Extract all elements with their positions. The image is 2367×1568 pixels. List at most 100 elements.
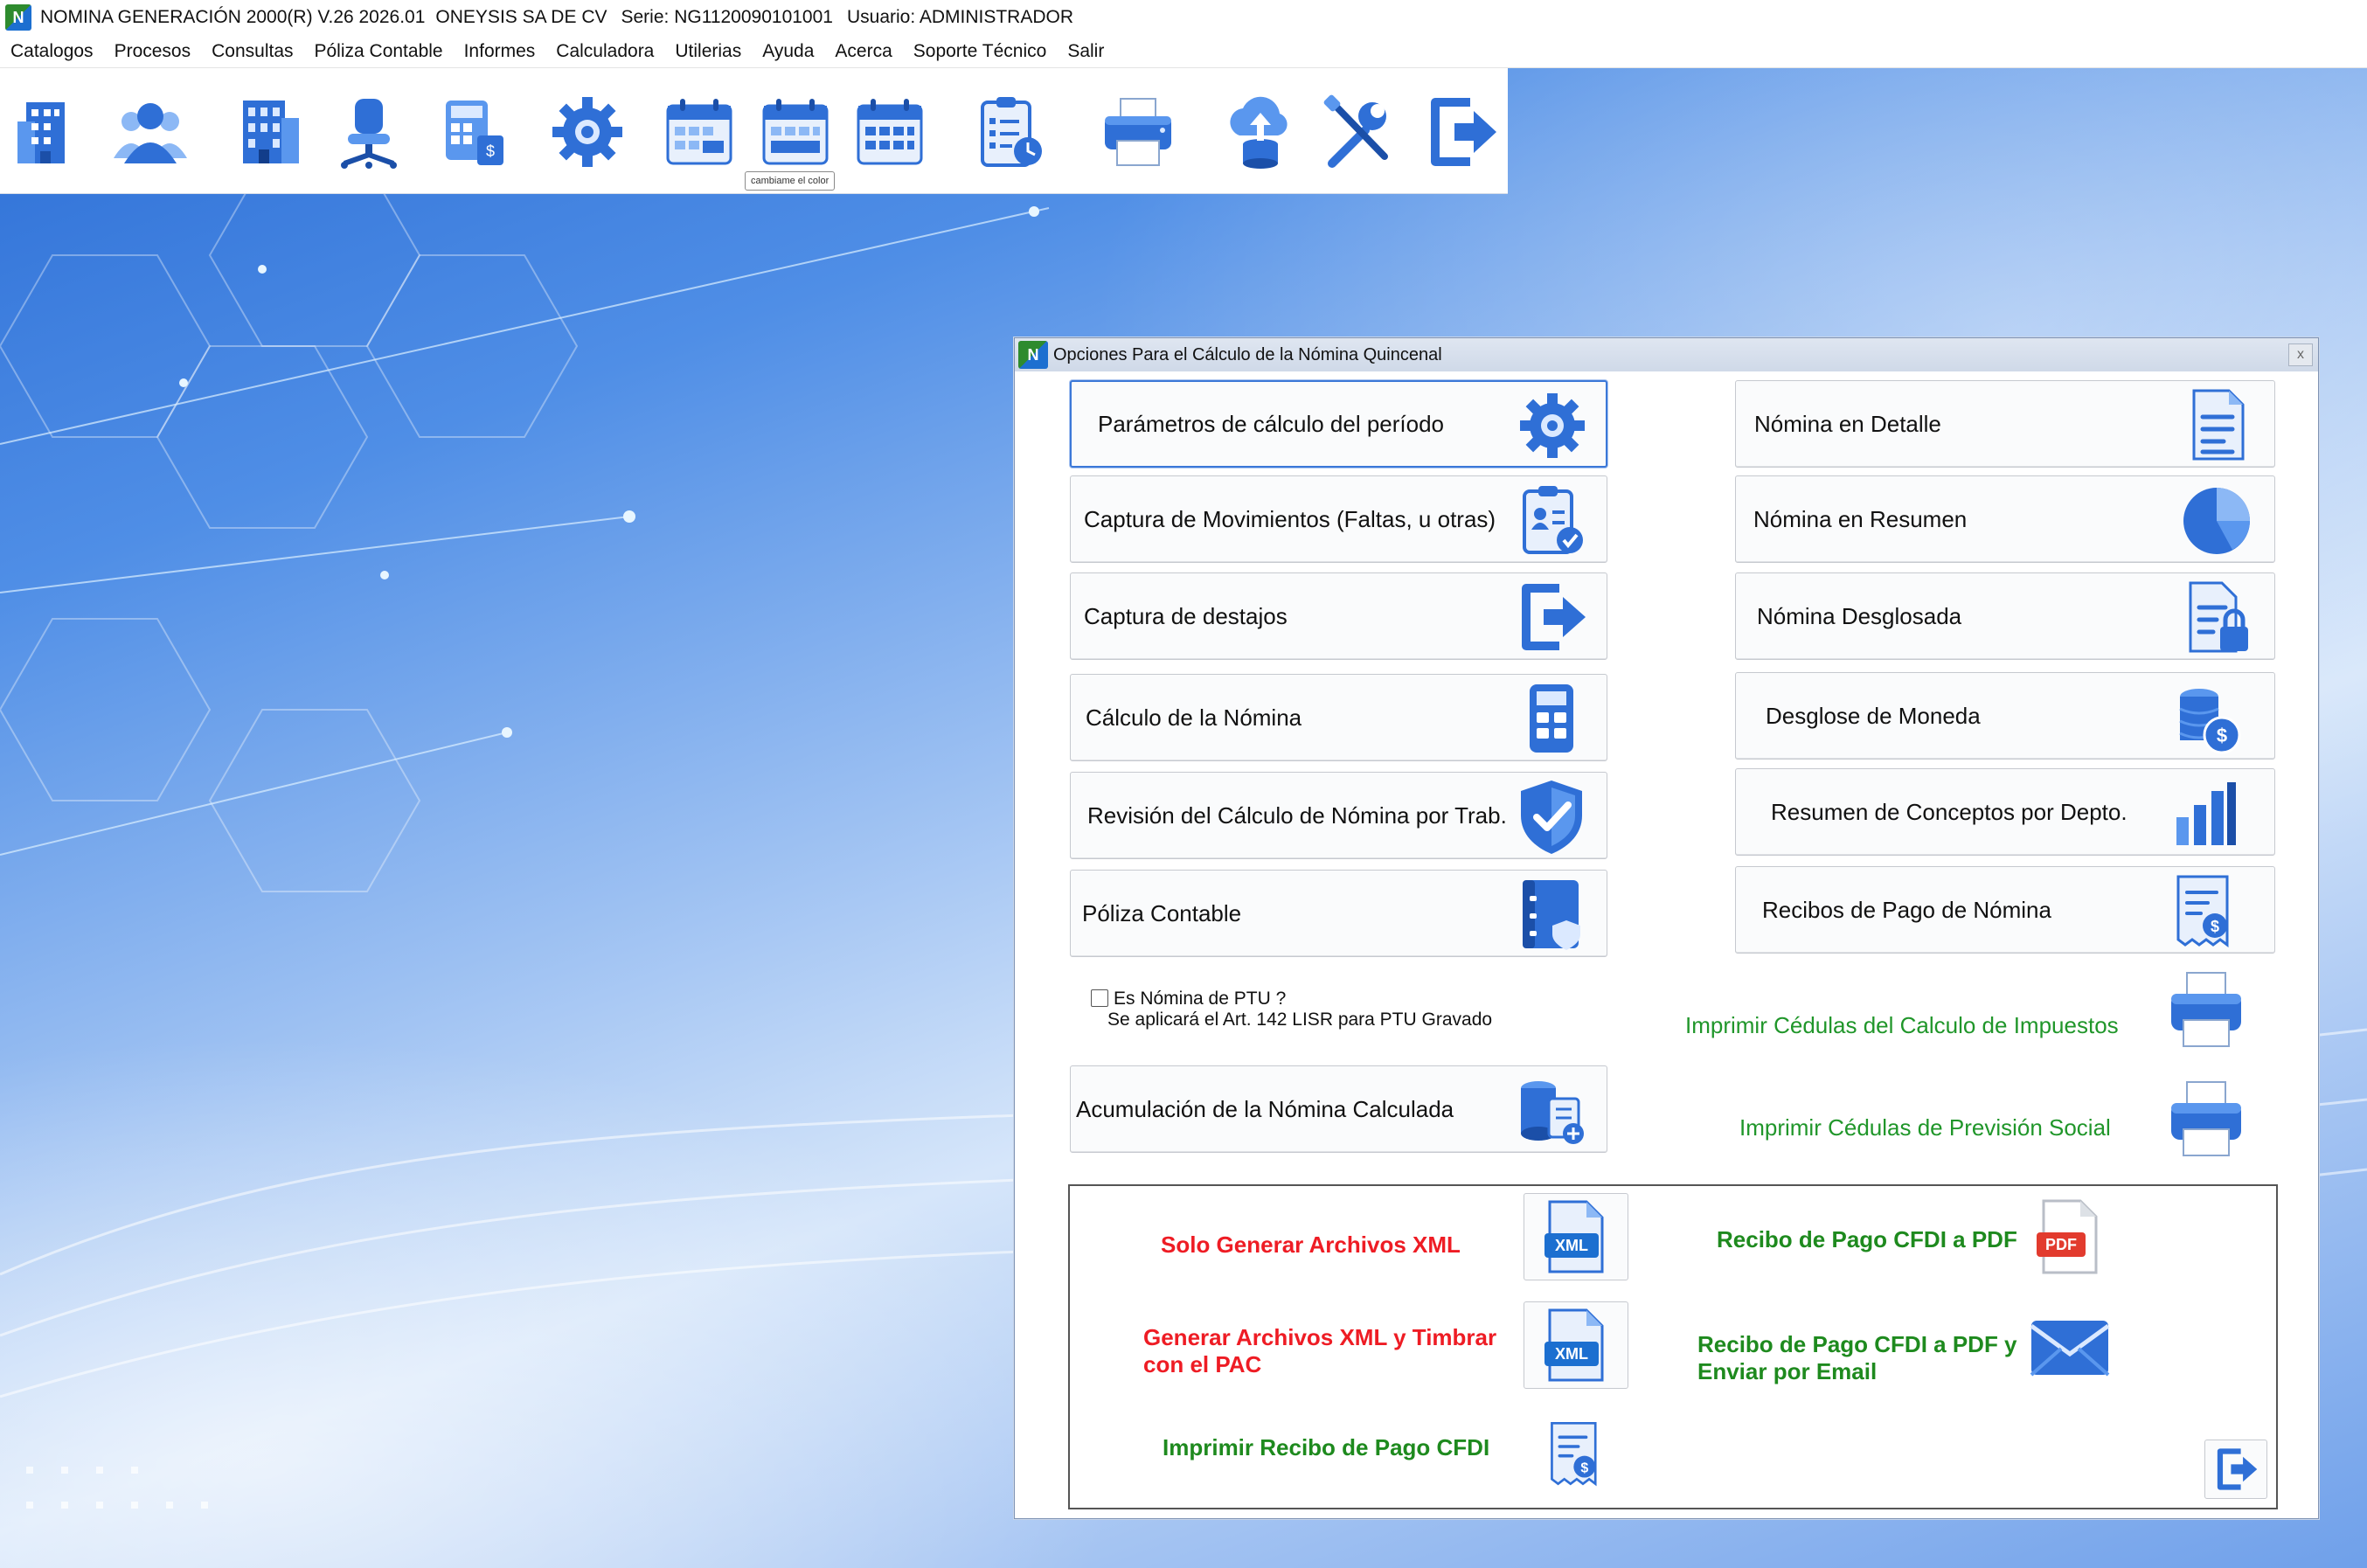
nomina-resumen-button[interactable]: Nómina en Resumen bbox=[1735, 475, 2275, 563]
menu-catalogos[interactable]: Catalogos bbox=[0, 41, 104, 62]
title-app: NOMINA GENERACIÓN 2000(R) V.26 2026.01 bbox=[40, 7, 426, 27]
calendar-icon[interactable] bbox=[752, 84, 839, 180]
button-label: Desglose de Moneda bbox=[1766, 702, 1981, 729]
exit-icon bbox=[1522, 584, 1586, 650]
shield-check-icon bbox=[1521, 781, 1582, 854]
button-label: Parámetros de cálculo del período bbox=[1098, 410, 1445, 437]
button-label: Nómina Desglosada bbox=[1757, 602, 1962, 629]
employees-icon[interactable] bbox=[107, 84, 194, 180]
menu-bar: Catalogos Procesos Consultas Póliza Cont… bbox=[0, 35, 2367, 68]
menu-acerca[interactable]: Acerca bbox=[824, 41, 902, 62]
button-label: Nómina en Resumen bbox=[1753, 505, 1968, 532]
button-label: Acumulación de la Nómina Calculada bbox=[1076, 1095, 1454, 1122]
poliza-contable-button[interactable]: Póliza Contable bbox=[1070, 870, 1607, 957]
resumen-conceptos-button[interactable]: Resumen de Conceptos por Depto. bbox=[1735, 768, 2275, 856]
printer-icon[interactable] bbox=[2162, 1075, 2250, 1162]
gear-icon[interactable] bbox=[544, 84, 631, 180]
close-button[interactable]: x bbox=[2288, 343, 2313, 366]
app-logo-icon: N bbox=[5, 4, 31, 31]
printer-icon[interactable] bbox=[2162, 966, 2250, 1053]
gear-icon bbox=[1520, 393, 1585, 458]
desglose-moneda-button[interactable]: Desglose de Moneda $ bbox=[1735, 672, 2275, 760]
menu-soporte-tecnico[interactable]: Soporte Técnico bbox=[903, 41, 1058, 62]
svg-text:$: $ bbox=[1580, 1460, 1588, 1475]
clipboard-clock-icon[interactable] bbox=[967, 84, 1054, 180]
menu-salir[interactable]: Salir bbox=[1057, 41, 1114, 62]
solo-generar-xml-link[interactable]: Solo Generar Archivos XML bbox=[1161, 1232, 1461, 1259]
imprimir-cedulas-impuestos-link[interactable]: Imprimir Cédulas del Calculo de Impuesto… bbox=[1685, 1012, 2119, 1039]
receipt-dollar-icon: $ bbox=[1551, 1422, 1597, 1487]
bar-chart-icon bbox=[2176, 782, 2236, 845]
xml-file-icon: XML bbox=[1544, 1308, 1604, 1382]
pdf-file-button[interactable]: PDF bbox=[2017, 1193, 2122, 1280]
imprimir-recibo-cfdi-link[interactable]: Imprimir Recibo de Pago CFDI bbox=[1163, 1434, 1489, 1461]
tools-icon[interactable] bbox=[1313, 84, 1400, 180]
menu-informes[interactable]: Informes bbox=[454, 41, 546, 62]
recibo-cfdi-pdf-email-link[interactable]: Recibo de Pago CFDI a PDF y Enviar por E… bbox=[1697, 1331, 2017, 1385]
nomina-options-dialog: N Opciones Para el Cálculo de la Nómina … bbox=[1014, 337, 2319, 1519]
recibos-pago-button[interactable]: Recibos de Pago de Nómina $ bbox=[1735, 866, 2275, 954]
pdf-file-icon: PDF bbox=[2037, 1199, 2098, 1274]
calendar-icon[interactable] bbox=[656, 84, 743, 180]
xml-file-button[interactable]: XML bbox=[1524, 1193, 1628, 1280]
button-label: Revisión del Cálculo de Nómina por Trab. bbox=[1087, 801, 1507, 829]
calculo-nomina-button[interactable]: Cálculo de la Nómina bbox=[1070, 674, 1607, 761]
departments-building-icon[interactable] bbox=[226, 84, 313, 180]
parametros-calculo-button[interactable]: Parámetros de cálculo del período bbox=[1070, 380, 1607, 468]
email-envelope-icon bbox=[2030, 1321, 2110, 1377]
menu-calculadora[interactable]: Calculadora bbox=[545, 41, 664, 62]
ptu-checkbox-area: Es Nómina de PTU ? Se aplicará el Art. 1… bbox=[1091, 989, 1492, 1030]
receipt-print-button[interactable]: $ bbox=[1524, 1410, 1628, 1497]
svg-text:$: $ bbox=[2217, 725, 2227, 746]
nomina-desglosada-button[interactable]: Nómina Desglosada bbox=[1735, 572, 2275, 660]
svg-text:$: $ bbox=[2211, 918, 2219, 935]
generar-xml-timbrar-line2: con el PAC bbox=[1143, 1351, 1262, 1377]
app-logo-icon: N bbox=[1018, 341, 1048, 369]
ptu-checkbox[interactable] bbox=[1091, 989, 1108, 1007]
captura-destajos-button[interactable]: Captura de destajos bbox=[1070, 572, 1607, 660]
exit-button[interactable] bbox=[2204, 1440, 2267, 1499]
pie-chart-icon bbox=[2183, 488, 2250, 554]
dialog-title-bar: N Opciones Para el Cálculo de la Nómina … bbox=[1015, 338, 2318, 371]
database-add-icon bbox=[1521, 1081, 1584, 1144]
menu-procesos[interactable]: Procesos bbox=[104, 41, 202, 62]
xml-stamp-button[interactable]: XML bbox=[1524, 1301, 1628, 1389]
menu-ayuda[interactable]: Ayuda bbox=[752, 41, 824, 62]
menu-utilerias[interactable]: Utilerias bbox=[664, 41, 752, 62]
recibo-cfdi-pdf-link[interactable]: Recibo de Pago CFDI a PDF bbox=[1717, 1226, 2017, 1253]
button-label: Recibos de Pago de Nómina bbox=[1762, 896, 2051, 923]
email-button[interactable] bbox=[2017, 1303, 2122, 1391]
revision-calculo-button[interactable]: Revisión del Cálculo de Nómina por Trab. bbox=[1070, 772, 1607, 859]
acumulacion-nomina-button[interactable]: Acumulación de la Nómina Calculada bbox=[1070, 1065, 1607, 1153]
button-label: Cálculo de la Nómina bbox=[1086, 704, 1302, 731]
title-user: Usuario: ADMINISTRADOR bbox=[846, 7, 1074, 27]
recibo-cfdi-pdf-email-line2: Enviar por Email bbox=[1697, 1358, 1878, 1384]
cloud-upload-database-icon[interactable] bbox=[1217, 84, 1304, 180]
calendar-icon[interactable] bbox=[846, 84, 934, 180]
title-bar: N NOMINA GENERACIÓN 2000(R) V.26 2026.01… bbox=[0, 0, 2367, 35]
printer-icon[interactable] bbox=[1094, 84, 1182, 180]
exit-icon bbox=[2217, 1448, 2258, 1490]
exit-icon[interactable] bbox=[1418, 84, 1505, 180]
svg-text:XML: XML bbox=[1555, 1345, 1588, 1363]
toolbar-tooltip: cambiame el color bbox=[745, 171, 836, 191]
coins-dollar-icon: $ bbox=[2179, 689, 2241, 754]
calculator-money-icon[interactable]: $ bbox=[430, 84, 517, 180]
svg-text:XML: XML bbox=[1555, 1237, 1588, 1254]
imprimir-cedulas-prevision-link[interactable]: Imprimir Cédulas de Previsión Social bbox=[1739, 1114, 2111, 1141]
menu-consultas[interactable]: Consultas bbox=[201, 41, 303, 62]
company-building-icon[interactable] bbox=[2, 84, 89, 180]
button-label: Resumen de Conceptos por Depto. bbox=[1771, 798, 2128, 825]
cfdi-panel: Solo Generar Archivos XML XML Generar Ar… bbox=[1068, 1184, 2278, 1509]
title-company: ONEYSIS SA DE CV bbox=[435, 7, 607, 27]
menu-poliza-contable[interactable]: Póliza Contable bbox=[304, 41, 454, 62]
button-label: Captura de Movimientos (Faltas, u otras) bbox=[1084, 505, 1496, 532]
office-chair-icon[interactable] bbox=[325, 84, 413, 180]
captura-movimientos-button[interactable]: Captura de Movimientos (Faltas, u otras) bbox=[1070, 475, 1607, 563]
dialog-title: Opciones Para el Cálculo de la Nómina Qu… bbox=[1053, 344, 1442, 364]
generar-xml-timbrar-link[interactable]: Generar Archivos XML y Timbrar con el PA… bbox=[1143, 1324, 1496, 1378]
button-label: Póliza Contable bbox=[1082, 899, 1242, 926]
document-lines-icon bbox=[2192, 389, 2245, 461]
ptu-note: Se aplicará el Art. 142 LISR para PTU Gr… bbox=[1107, 1009, 1493, 1030]
nomina-detalle-button[interactable]: Nómina en Detalle bbox=[1735, 380, 2275, 468]
